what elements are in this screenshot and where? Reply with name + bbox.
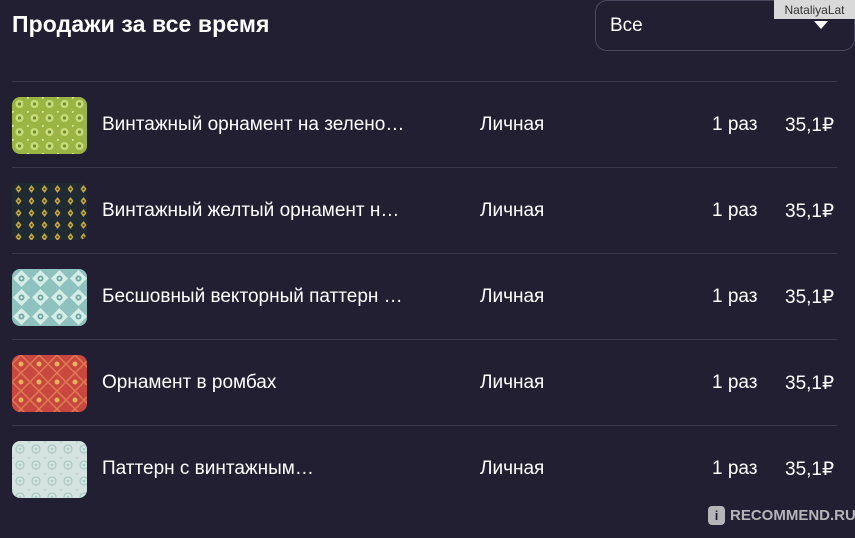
page-title: Продажи за все время bbox=[12, 11, 270, 37]
author-watermark: NataliyaLat bbox=[774, 0, 855, 19]
sale-count: 1 раз bbox=[712, 458, 758, 479]
recommend-logo-icon: i bbox=[708, 506, 725, 525]
sales-row[interactable]: Винтажный орнамент на зелено… Личная 1 р… bbox=[12, 81, 837, 167]
sale-price: 35,1₽ bbox=[785, 373, 835, 394]
sales-page: Продажи за все время Все NataliyaLat Вин… bbox=[0, 0, 855, 538]
sales-row[interactable]: Паттерн с винтажным… Личная 1 раз 35,1₽ bbox=[12, 425, 837, 511]
sales-row[interactable]: Орнамент в ромбах Личная 1 раз 35,1₽ bbox=[12, 339, 837, 425]
sales-row[interactable]: Бесшовный векторный паттерн … Личная 1 р… bbox=[12, 253, 837, 339]
product-name[interactable]: Винтажный орнамент на зелено… bbox=[102, 114, 404, 136]
sale-price: 35,1₽ bbox=[785, 459, 835, 480]
product-name[interactable]: Винтажный желтый орнамент н… bbox=[102, 200, 399, 222]
period-filter-value: Все bbox=[610, 14, 643, 36]
site-watermark-text: RECOMMEND.RU bbox=[730, 507, 855, 524]
sale-price: 35,1₽ bbox=[785, 201, 835, 222]
sales-list: Винтажный орнамент на зелено… Личная 1 р… bbox=[12, 81, 837, 511]
sale-count: 1 раз bbox=[712, 372, 758, 393]
license-type: Личная bbox=[480, 286, 545, 307]
license-type: Личная bbox=[480, 200, 545, 221]
sale-count: 1 раз bbox=[712, 200, 758, 221]
sale-price: 35,1₽ bbox=[785, 115, 835, 136]
site-watermark: i RECOMMEND.RU bbox=[708, 506, 855, 525]
product-thumbnail[interactable] bbox=[12, 183, 87, 240]
sales-row[interactable]: Винтажный желтый орнамент н… Личная 1 ра… bbox=[12, 167, 837, 253]
product-thumbnail[interactable] bbox=[12, 355, 87, 412]
product-name[interactable]: Бесшовный векторный паттерн … bbox=[102, 286, 403, 308]
product-thumbnail[interactable] bbox=[12, 441, 87, 498]
product-thumbnail[interactable] bbox=[12, 97, 87, 154]
product-name[interactable]: Орнамент в ромбах bbox=[102, 372, 276, 394]
sale-count: 1 раз bbox=[712, 286, 758, 307]
license-type: Личная bbox=[480, 458, 545, 479]
product-name[interactable]: Паттерн с винтажным… bbox=[102, 458, 314, 480]
sale-price: 35,1₽ bbox=[785, 287, 835, 308]
sale-count: 1 раз bbox=[712, 114, 758, 135]
license-type: Личная bbox=[480, 372, 545, 393]
product-thumbnail[interactable] bbox=[12, 269, 87, 326]
license-type: Личная bbox=[480, 114, 545, 135]
chevron-down-icon[interactable] bbox=[814, 21, 828, 29]
